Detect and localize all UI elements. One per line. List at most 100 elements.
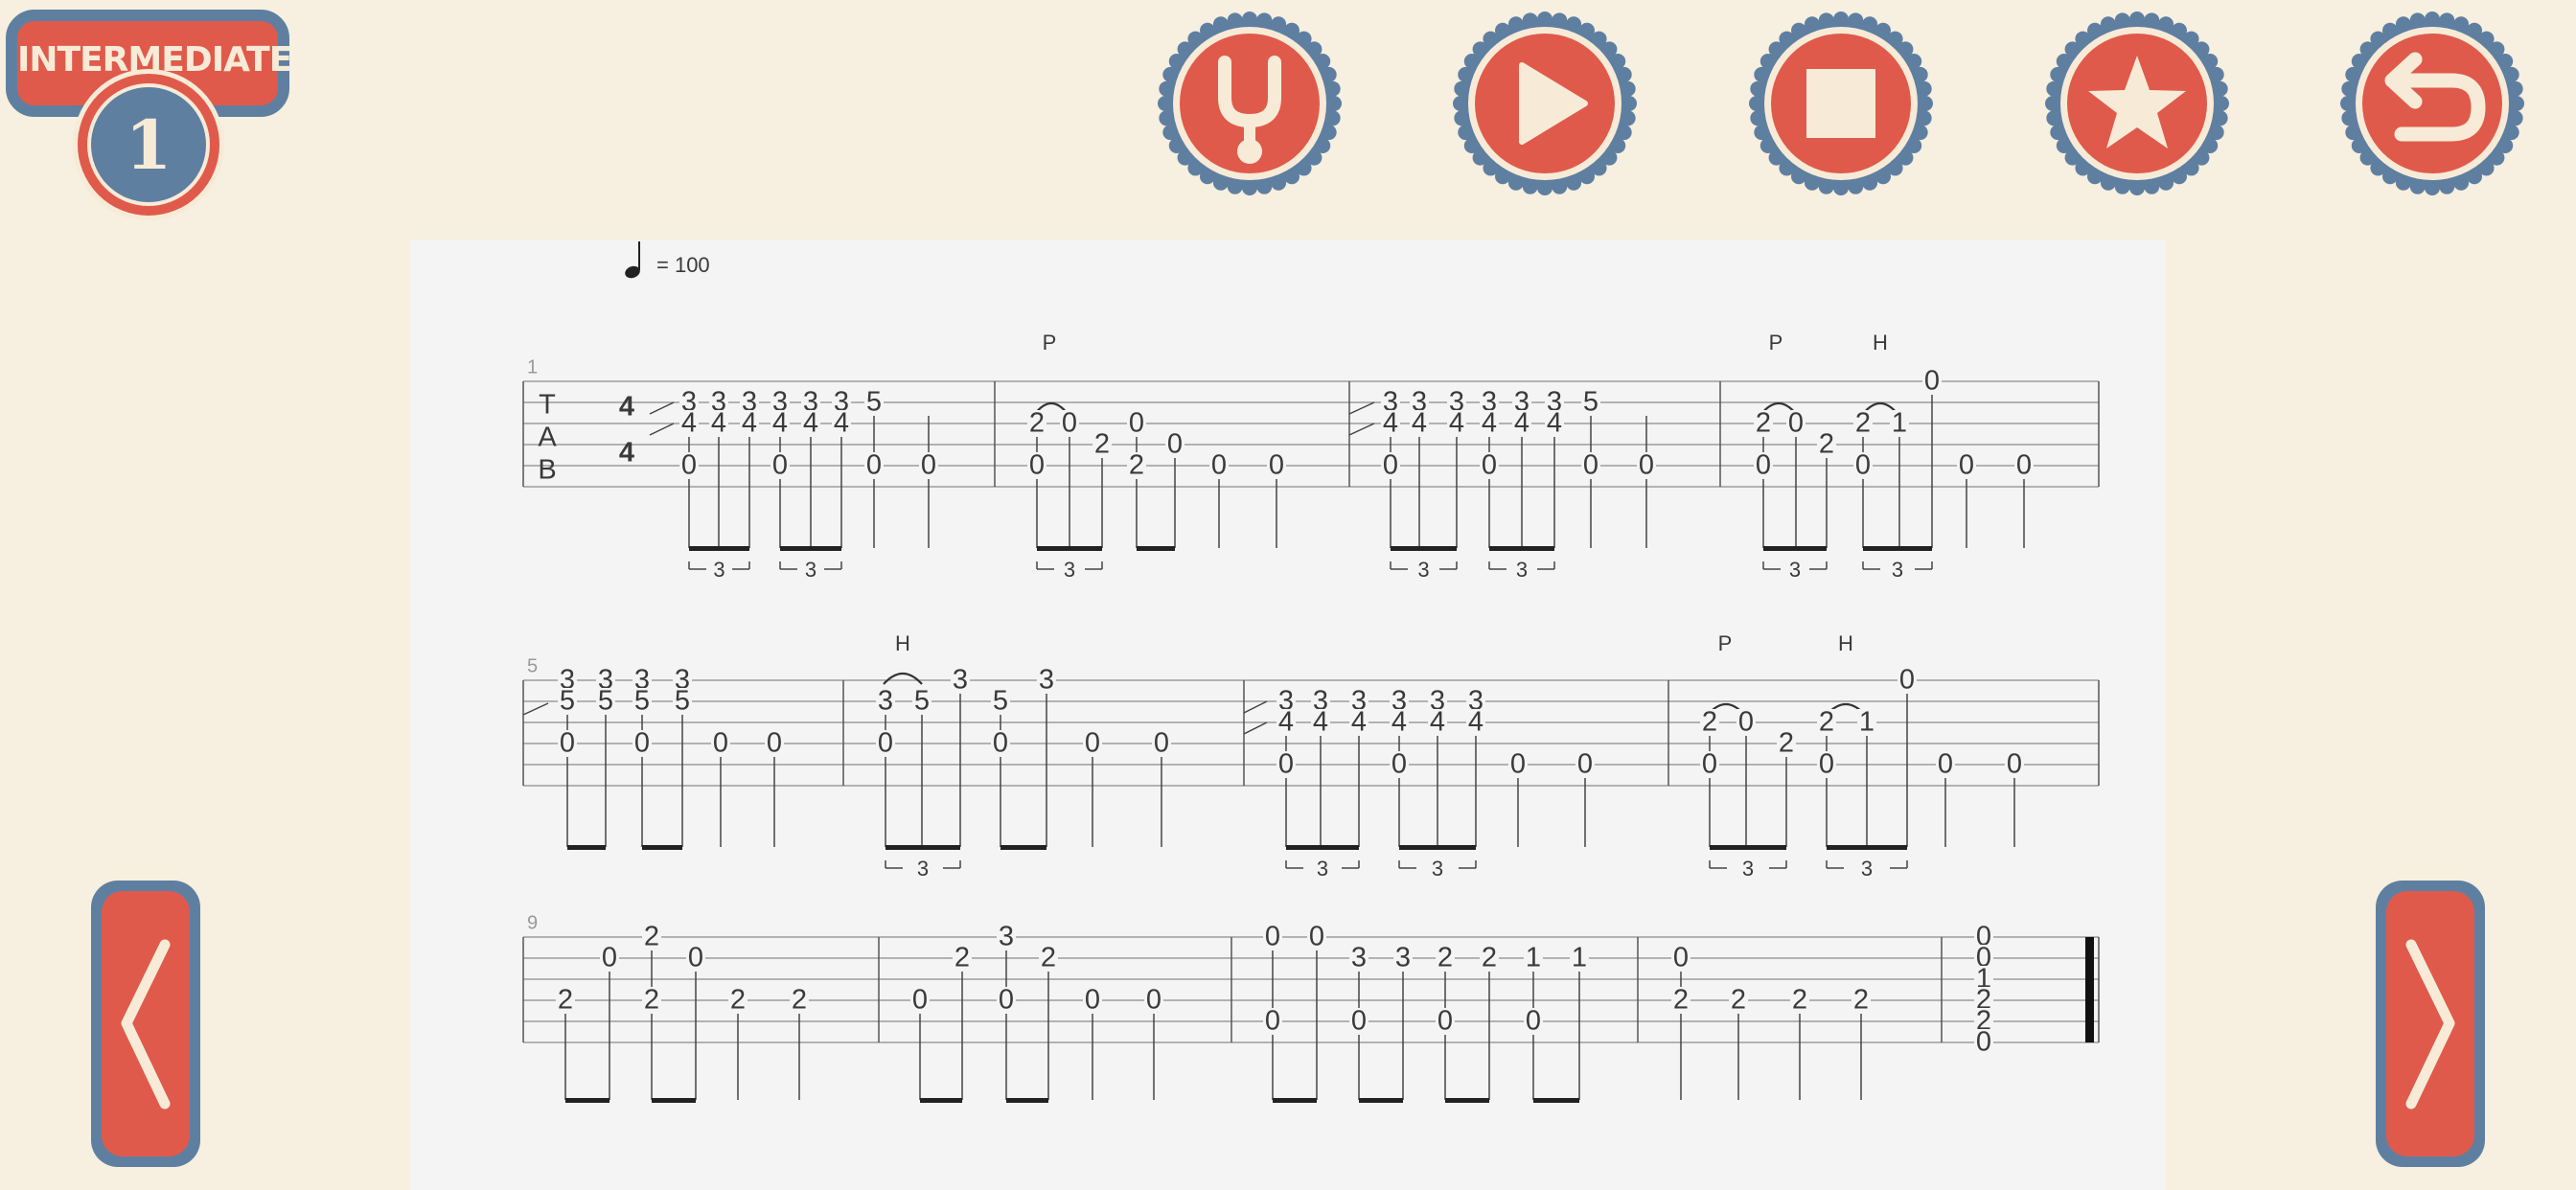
fret-number: 4: [803, 408, 818, 439]
fret-number: 4: [1392, 707, 1407, 738]
tuplet-label: 3: [1417, 558, 1429, 582]
tuplet-label: 3: [1861, 857, 1873, 881]
play-icon: [1453, 11, 1637, 195]
beam: [1000, 845, 1046, 850]
fret-number: 0: [1673, 943, 1689, 973]
beam: [642, 845, 682, 850]
slide-mark: [1243, 721, 1268, 735]
level-number: 1: [125, 104, 172, 185]
fret-number: 4: [772, 408, 788, 439]
fret-number: 0: [1167, 429, 1183, 460]
slide-mark: [1348, 401, 1375, 415]
stop-icon: [1749, 11, 1933, 195]
fret-number: 0: [1085, 728, 1100, 759]
fret-number: 0: [1482, 450, 1497, 481]
beam: [920, 1098, 962, 1103]
star-icon: [2045, 11, 2229, 195]
fret-number: 0: [1510, 749, 1526, 780]
fret-number: 3: [1039, 665, 1054, 696]
fret-number: 0: [772, 450, 788, 481]
clef-B: B: [538, 455, 556, 486]
fret-number: 0: [1899, 665, 1915, 696]
beam: [1006, 1098, 1048, 1103]
fret-number: 4: [742, 408, 757, 439]
fret-number: 2: [1029, 408, 1045, 439]
tablature-score: = 100159TAB443403434340343450 03 3P2002020…: [522, 241, 2100, 1103]
fret-number: 2: [1702, 707, 1717, 738]
beam: [689, 546, 749, 551]
fret-number: 2: [1438, 943, 1453, 973]
fret-number: 0: [1265, 1006, 1280, 1037]
play-button[interactable]: [1451, 10, 1639, 197]
fret-number: 4: [1547, 408, 1562, 439]
beam: [1137, 546, 1175, 551]
fret-number: 0: [1211, 450, 1227, 481]
slide-mark: [649, 401, 675, 415]
beam: [886, 845, 960, 850]
measure-number: 5: [527, 655, 538, 676]
fret-number: 0: [2016, 450, 2032, 481]
fret-number: 2: [1482, 943, 1497, 973]
slur: [883, 672, 923, 685]
fret-number: 0: [999, 985, 1014, 1016]
slide-mark: [1243, 700, 1268, 714]
fret-number: 0: [1924, 366, 1940, 397]
fret-number: 5: [675, 686, 690, 717]
next-button[interactable]: [2373, 878, 2488, 1170]
beam: [567, 845, 606, 850]
fret-number: 5: [634, 686, 650, 717]
beam: [1391, 546, 1457, 551]
fret-number: 2: [1094, 429, 1110, 460]
fret-number: 2: [1731, 985, 1746, 1016]
fret-number: 0: [1309, 922, 1324, 952]
tuplet-label: 3: [1789, 558, 1801, 582]
time-signature-top: 4: [619, 392, 634, 423]
technique-label: P: [1043, 331, 1057, 355]
fret-number: 0: [1938, 749, 1953, 780]
fret-number: 2: [1855, 408, 1871, 439]
technique-label: H: [895, 631, 910, 655]
fret-number: 5: [993, 686, 1008, 717]
fret-number: 3: [878, 686, 893, 717]
slide-mark: [522, 702, 549, 716]
fret-number: 4: [1383, 408, 1398, 439]
tuplet-label: 3: [1516, 558, 1528, 582]
fret-number: 0: [560, 728, 575, 759]
favorite-button[interactable]: [2043, 10, 2231, 197]
fret-number: 2: [730, 985, 746, 1016]
tuner-button[interactable]: [1156, 10, 1344, 197]
fret-number: 2: [558, 985, 573, 1016]
fret-number: 5: [560, 686, 575, 717]
stop-button[interactable]: [1747, 10, 1935, 197]
fret-number: 0: [1265, 922, 1280, 952]
fret-number: 2: [1041, 943, 1056, 973]
fret-number: 0: [921, 450, 936, 481]
tuplet-label: 3: [1432, 857, 1443, 881]
fret-number: 0: [1269, 450, 1284, 481]
measure-number: 1: [527, 356, 538, 378]
fret-number: 4: [1351, 707, 1367, 738]
fret-number: 0: [1819, 749, 1834, 780]
fret-number: 0: [1583, 450, 1598, 481]
beam: [780, 546, 841, 551]
beam: [1286, 845, 1359, 850]
chevron-left-icon: [91, 881, 200, 1167]
back-button[interactable]: [2338, 10, 2526, 197]
fret-number: 0: [866, 450, 882, 481]
fret-number: 0: [912, 985, 928, 1016]
fret-number: 2: [644, 985, 659, 1016]
beam: [652, 1098, 696, 1103]
fret-number: 1: [1859, 707, 1874, 738]
fret-number: 1: [1572, 943, 1587, 973]
previous-button[interactable]: [88, 878, 203, 1170]
fret-number: 0: [1392, 749, 1407, 780]
fret-number: 0: [688, 943, 703, 973]
tuplet-label: 3: [805, 558, 816, 582]
fret-number: 0: [1959, 450, 1974, 481]
technique-label: P: [1769, 331, 1783, 355]
fret-number: 3: [1395, 943, 1411, 973]
fret-number: 2: [1819, 707, 1834, 738]
beam: [1763, 546, 1827, 551]
fret-number: 2: [792, 985, 807, 1016]
fret-number: 0: [993, 728, 1008, 759]
